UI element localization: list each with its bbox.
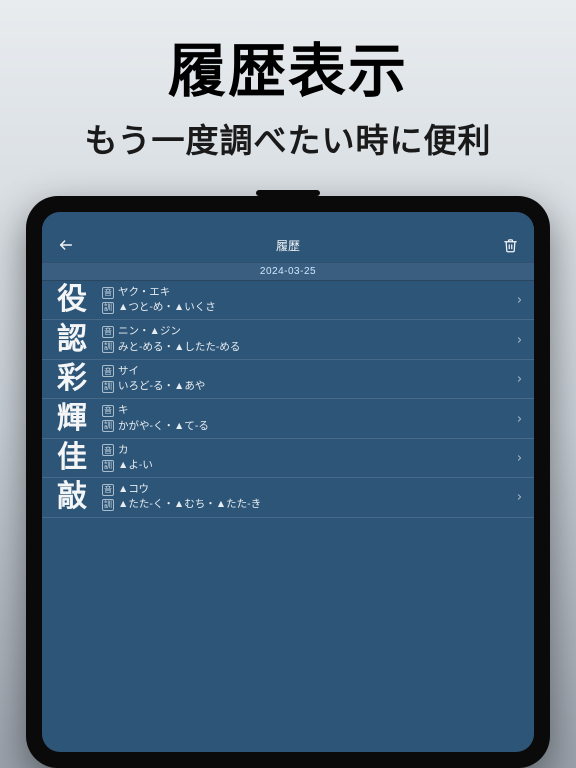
page-title: 履歴 bbox=[276, 237, 300, 254]
history-list: 役音ヤク・エキ訓▲つと-め・▲いくさ認音ニン・▲ジン訓みと-める・▲したた-める… bbox=[42, 281, 534, 518]
hero-title: 履歴表示 bbox=[0, 24, 576, 108]
list-item[interactable]: 役音ヤク・エキ訓 ▲つと-め・▲いくさ bbox=[42, 281, 534, 320]
hero-subtitle: もう一度調べたい時に便利 bbox=[0, 114, 576, 162]
tablet-frame: 履歴 2024-03-25 役音ヤク・エキ訓▲つと-め・▲いくさ認音ニン・▲ジン… bbox=[26, 196, 550, 768]
onyomi-text: ニン・▲ジン bbox=[118, 324, 181, 339]
onyomi-text: キ bbox=[118, 403, 129, 418]
readings-block: 音キ訓かがや-く・▲て-る bbox=[102, 403, 509, 433]
onyomi-text: ヤク・エキ bbox=[118, 285, 170, 300]
kanji-glyph: 役 bbox=[52, 285, 92, 315]
kanji-glyph: 認 bbox=[52, 325, 92, 355]
kunyomi-badge: 訓 bbox=[102, 381, 114, 393]
list-item[interactable]: 敲音 ▲コウ訓 ▲たた-く・▲むち・▲たた-き bbox=[42, 478, 534, 517]
onyomi-badge: 音 bbox=[102, 365, 114, 377]
chevron-right-icon bbox=[515, 293, 524, 307]
readings-block: 音ニン・▲ジン訓みと-める・▲したた-める bbox=[102, 324, 509, 354]
list-item[interactable]: 認音ニン・▲ジン訓みと-める・▲したた-める bbox=[42, 320, 534, 359]
kunyomi-text: ▲つと-め・▲いくさ bbox=[118, 300, 216, 315]
onyomi-badge: 音 bbox=[102, 444, 114, 456]
kunyomi-text: ▲たた-く・▲むち・▲たた-き bbox=[118, 497, 261, 512]
app-header: 履歴 bbox=[42, 228, 534, 262]
kunyomi-badge: 訓 bbox=[102, 460, 114, 472]
onyomi-badge: 音 bbox=[102, 326, 114, 338]
kunyomi-text: ▲よ-い bbox=[118, 458, 153, 473]
onyomi-text: サイ bbox=[118, 364, 139, 379]
app-screen: 履歴 2024-03-25 役音ヤク・エキ訓▲つと-め・▲いくさ認音ニン・▲ジン… bbox=[42, 212, 534, 752]
list-item[interactable]: 輝音キ訓かがや-く・▲て-る bbox=[42, 399, 534, 438]
chevron-right-icon bbox=[515, 490, 524, 504]
readings-block: 音カ訓 ▲よ-い bbox=[102, 443, 509, 473]
status-bar bbox=[42, 212, 534, 228]
readings-block: 音サイ訓いろど-る・▲あや bbox=[102, 364, 509, 394]
kunyomi-badge: 訓 bbox=[102, 302, 114, 314]
date-section-header: 2024-03-25 bbox=[42, 262, 534, 281]
device-camera-notch bbox=[256, 190, 320, 196]
kanji-glyph: 敲 bbox=[52, 482, 92, 512]
onyomi-badge: 音 bbox=[102, 405, 114, 417]
onyomi-text: カ bbox=[118, 443, 129, 458]
kunyomi-text: かがや-く・▲て-る bbox=[118, 419, 209, 434]
trash-icon bbox=[503, 238, 518, 253]
list-item[interactable]: 彩音サイ訓いろど-る・▲あや bbox=[42, 360, 534, 399]
kunyomi-badge: 訓 bbox=[102, 420, 114, 432]
kanji-glyph: 佳 bbox=[52, 443, 92, 473]
kunyomi-text: いろど-る・▲あや bbox=[118, 379, 205, 394]
arrow-left-icon bbox=[58, 237, 74, 253]
kanji-glyph: 彩 bbox=[52, 364, 92, 394]
kanji-glyph: 輝 bbox=[52, 404, 92, 434]
delete-button[interactable] bbox=[498, 233, 522, 257]
list-item[interactable]: 佳音カ訓 ▲よ-い bbox=[42, 439, 534, 478]
chevron-right-icon bbox=[515, 412, 524, 426]
chevron-right-icon bbox=[515, 372, 524, 386]
readings-block: 音ヤク・エキ訓 ▲つと-め・▲いくさ bbox=[102, 285, 509, 315]
kunyomi-badge: 訓 bbox=[102, 499, 114, 511]
chevron-right-icon bbox=[515, 451, 524, 465]
onyomi-badge: 音 bbox=[102, 484, 114, 496]
kunyomi-badge: 訓 bbox=[102, 341, 114, 353]
onyomi-text: ▲コウ bbox=[118, 482, 149, 497]
back-button[interactable] bbox=[54, 233, 78, 257]
marketing-hero: 履歴表示 もう一度調べたい時に便利 bbox=[0, 0, 576, 162]
kunyomi-text: みと-める・▲したた-める bbox=[118, 340, 240, 355]
readings-block: 音 ▲コウ訓 ▲たた-く・▲むち・▲たた-き bbox=[102, 482, 509, 512]
onyomi-badge: 音 bbox=[102, 287, 114, 299]
chevron-right-icon bbox=[515, 333, 524, 347]
